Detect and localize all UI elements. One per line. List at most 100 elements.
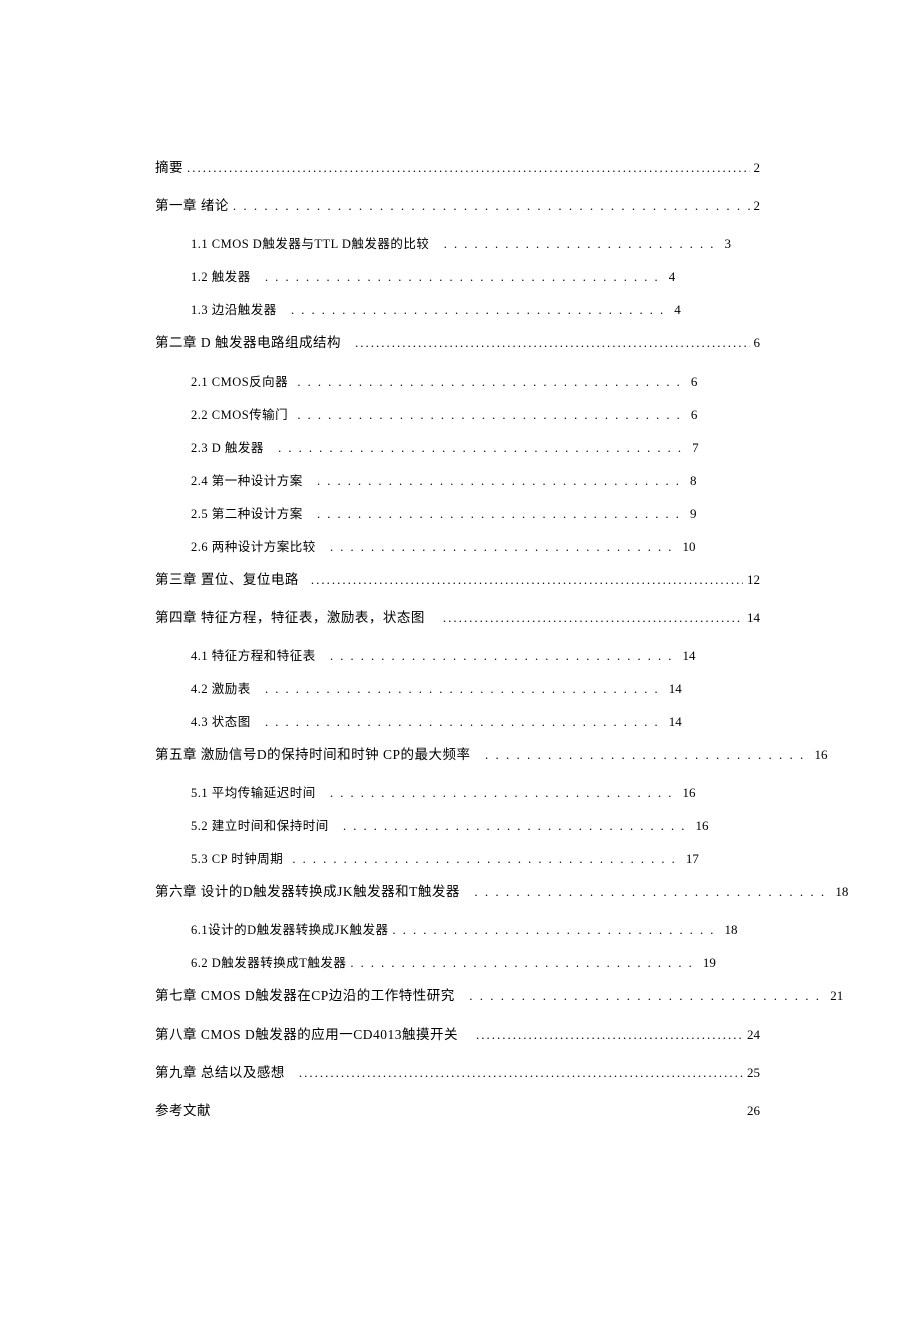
toc-row: 第二章 D 触发器电路组成结构 ........................… bbox=[155, 335, 760, 351]
toc-title: 第九章 总结以及感想 bbox=[155, 1065, 285, 1081]
toc-leader: . . . . . . . . . . . . . . . . . . . . … bbox=[459, 988, 827, 1004]
toc-leader: . . . . . . . . . . . . . . . . . . . . … bbox=[281, 303, 671, 318]
toc-page-number: 4 bbox=[674, 302, 681, 318]
toc-page-number: 14 bbox=[747, 610, 760, 626]
toc-title: 4.2 激励表 bbox=[191, 682, 251, 697]
toc-row: 2.5 第二种设计方案 . . . . . . . . . . . . . . … bbox=[155, 506, 760, 522]
toc-row: 1.3 边沿触发器 . . . . . . . . . . . . . . . … bbox=[155, 302, 760, 318]
toc-page-number: 2 bbox=[754, 160, 761, 176]
toc-page-number: 7 bbox=[692, 440, 699, 456]
toc-leader: ........................................… bbox=[187, 160, 750, 176]
toc-leader: . . . . . . . . . . . . . . . . . . . . … bbox=[268, 441, 688, 456]
toc-leader: . . . . . . . . . . . . . . . . . . . . … bbox=[350, 956, 699, 971]
toc-title: 1.3 边沿触发器 bbox=[191, 303, 277, 318]
toc-leader: . . . . . . . . . . . . . . . . . . . . … bbox=[292, 408, 687, 423]
toc-leader: ........................................… bbox=[311, 572, 743, 588]
toc-title: 第八章 CMOS D触发器的应用一CD4013触摸开关 bbox=[155, 1027, 458, 1043]
toc-row: 5.1 平均传输延迟时间 . . . . . . . . . . . . . .… bbox=[155, 785, 760, 801]
toc-page-number: 16 bbox=[683, 785, 696, 801]
toc-title: 6.2 D触发器转换成T触发器 bbox=[191, 956, 346, 971]
toc-row: 第八章 CMOS D触发器的应用一CD4013触摸开关 ............… bbox=[155, 1027, 760, 1043]
toc-leader: . . . . . . . . . . . . . . . . . . . . … bbox=[287, 852, 682, 867]
toc-title: 2.2 CMOS传输门 bbox=[191, 408, 288, 423]
toc-title: 4.1 特征方程和特征表 bbox=[191, 649, 316, 664]
toc-page-number: 14 bbox=[669, 714, 682, 730]
toc-title: 1.2 触发器 bbox=[191, 270, 251, 285]
toc-leader: . . . . . . . . . . . . . . . . . . . . … bbox=[320, 786, 679, 801]
toc-row: 6.2 D触发器转换成T触发器 . . . . . . . . . . . . … bbox=[155, 955, 760, 971]
toc-title: 第六章 设计的D触发器转换成JK触发器和T触发器 bbox=[155, 884, 460, 900]
toc-leader: . . . . . . . . . . . . . . . . . . . . … bbox=[233, 198, 750, 214]
toc-row: 4.1 特征方程和特征表 . . . . . . . . . . . . . .… bbox=[155, 648, 760, 664]
toc-leader: ........................................… bbox=[355, 335, 750, 351]
toc-title: 第二章 D 触发器电路组成结构 bbox=[155, 335, 341, 351]
toc-row: 第三章 置位、复位电路 ............................… bbox=[155, 572, 760, 588]
toc-row: 2.6 两种设计方案比较 . . . . . . . . . . . . . .… bbox=[155, 539, 760, 555]
toc-row: 第六章 设计的D触发器转换成JK触发器和T触发器 . . . . . . . .… bbox=[155, 884, 760, 900]
toc-page-number: 2 bbox=[754, 198, 761, 214]
toc-title: 第四章 特征方程，特征表，激励表，状态图 bbox=[155, 610, 425, 626]
toc-page-number: 16 bbox=[815, 747, 828, 763]
toc-page-number: 25 bbox=[747, 1065, 760, 1081]
toc-page-number: 14 bbox=[683, 648, 696, 664]
toc-title: 6.1设计的D触发器转换成JK触发器 bbox=[191, 923, 389, 938]
toc-title: 2.4 第一种设计方案 bbox=[191, 474, 303, 489]
toc-row: 4.3 状态图 . . . . . . . . . . . . . . . . … bbox=[155, 714, 760, 730]
toc-title: 5.3 CP 时钟周期 bbox=[191, 852, 283, 867]
toc-title: 2.3 D 触发器 bbox=[191, 441, 264, 456]
toc-row: 第五章 激励信号D的保持时间和时钟 CP的最大频率 . . . . . . . … bbox=[155, 747, 760, 763]
toc-title: 4.3 状态图 bbox=[191, 715, 251, 730]
toc-title: 5.1 平均传输延迟时间 bbox=[191, 786, 316, 801]
toc-title: 2.6 两种设计方案比较 bbox=[191, 540, 316, 555]
toc-title: 第五章 激励信号D的保持时间和时钟 CP的最大频率 bbox=[155, 747, 471, 763]
toc-leader: ........................................… bbox=[443, 610, 743, 626]
toc-page-number: 6 bbox=[691, 374, 698, 390]
toc-row: 第九章 总结以及感想 .............................… bbox=[155, 1065, 760, 1081]
toc-page-number: 6 bbox=[691, 407, 698, 423]
toc-page-number: 14 bbox=[669, 681, 682, 697]
toc-page-number: 8 bbox=[690, 473, 697, 489]
toc-leader: . . . . . . . . . . . . . . . . . . . . … bbox=[333, 819, 692, 834]
toc-leader: . . . . . . . . . . . . . . . . . . . . … bbox=[307, 474, 686, 489]
toc-leader: . . . . . . . . . . . . . . . . . . . . … bbox=[255, 270, 665, 285]
toc-leader: ........................................… bbox=[299, 1065, 743, 1081]
toc-page-number: 26 bbox=[747, 1103, 760, 1119]
toc-page-number: 17 bbox=[686, 851, 699, 867]
toc-row: 5.2 建立时间和保持时间 . . . . . . . . . . . . . … bbox=[155, 818, 760, 834]
toc-row: 参考文献 26 bbox=[155, 1103, 760, 1119]
toc-leader: . . . . . . . . . . . . . . . . . . . . … bbox=[464, 884, 832, 900]
toc-page-number: 10 bbox=[683, 539, 696, 555]
toc-row: 第四章 特征方程，特征表，激励表，状态图 ...................… bbox=[155, 610, 760, 626]
toc-page-number: 9 bbox=[690, 506, 697, 522]
toc-row: 摘要 .....................................… bbox=[155, 160, 760, 176]
toc-title: 第三章 置位、复位电路 bbox=[155, 572, 299, 588]
toc-page-number: 12 bbox=[747, 572, 760, 588]
toc-row: 2.3 D 触发器 . . . . . . . . . . . . . . . … bbox=[155, 440, 760, 456]
toc-row: 1.1 CMOS D触发器与TTL D触发器的比较 . . . . . . . … bbox=[155, 236, 760, 252]
toc-title: 1.1 CMOS D触发器与TTL D触发器的比较 bbox=[191, 237, 429, 252]
toc-title: 第七章 CMOS D触发器在CP边沿的工作特性研究 bbox=[155, 988, 455, 1004]
toc-row: 2.4 第一种设计方案 . . . . . . . . . . . . . . … bbox=[155, 473, 760, 489]
toc-title: 2.5 第二种设计方案 bbox=[191, 507, 303, 522]
toc-leader: . . . . . . . . . . . . . . . . . . . . … bbox=[393, 923, 721, 938]
toc-title: 第一章 绪论 bbox=[155, 198, 229, 214]
toc-title: 摘要 bbox=[155, 160, 183, 176]
toc-row: 第七章 CMOS D触发器在CP边沿的工作特性研究 . . . . . . . … bbox=[155, 988, 760, 1004]
toc-title: 参考文献 bbox=[155, 1103, 211, 1119]
toc-page-number: 21 bbox=[830, 988, 843, 1004]
toc-page-number: 3 bbox=[724, 236, 731, 252]
toc-leader: . . . . . . . . . . . . . . . . . . . . … bbox=[320, 649, 679, 664]
toc-leader: . . . . . . . . . . . . . . . . . . . . … bbox=[255, 682, 665, 697]
toc-page-number: 4 bbox=[669, 269, 676, 285]
toc-leader: . . . . . . . . . . . . . . . . . . . . … bbox=[307, 507, 686, 522]
toc-leader: . . . . . . . . . . . . . . . . . . . . … bbox=[292, 375, 687, 390]
toc-leader: . . . . . . . . . . . . . . . . . . . . … bbox=[320, 540, 679, 555]
toc-leader: . . . . . . . . . . . . . . . . . . . . … bbox=[475, 747, 811, 763]
toc-page-number: 16 bbox=[696, 818, 709, 834]
toc-row: 4.2 激励表 . . . . . . . . . . . . . . . . … bbox=[155, 681, 760, 697]
toc-page-number: 19 bbox=[703, 955, 716, 971]
toc-page-number: 6 bbox=[754, 335, 761, 351]
toc-row: 第一章 绪论 . . . . . . . . . . . . . . . . .… bbox=[155, 198, 760, 214]
toc-title: 5.2 建立时间和保持时间 bbox=[191, 819, 329, 834]
toc-row: 2.2 CMOS传输门 . . . . . . . . . . . . . . … bbox=[155, 407, 760, 423]
